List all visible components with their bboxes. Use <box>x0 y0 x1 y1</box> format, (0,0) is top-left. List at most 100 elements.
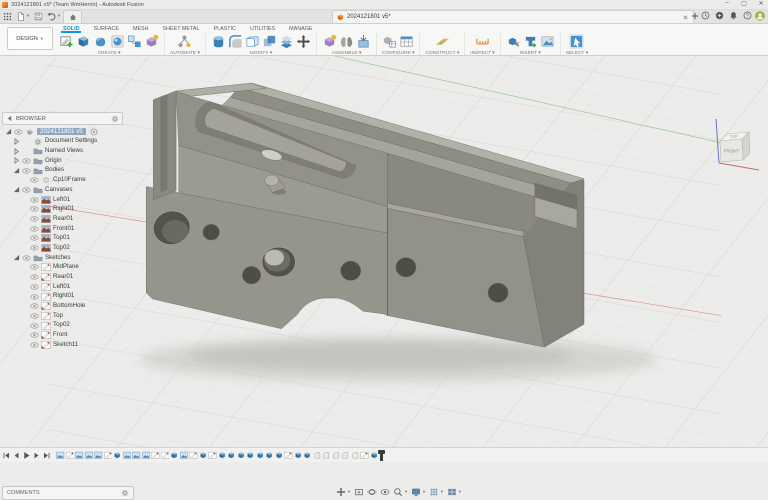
form-icon[interactable] <box>93 34 108 49</box>
timeline-feature-fillet-30[interactable] <box>332 451 341 460</box>
timeline-feature-canvas-9[interactable] <box>132 451 141 460</box>
orbit-button[interactable] <box>367 487 377 497</box>
split-icon[interactable] <box>279 34 294 49</box>
pan-button[interactable]: ▼ <box>336 487 351 497</box>
timeline-marker[interactable] <box>380 450 383 461</box>
visibility-eye-icon[interactable] <box>30 274 39 280</box>
ribbon-tab-sheet-metal[interactable]: SHEET METAL <box>156 23 207 33</box>
visibility-eye-icon[interactable] <box>30 206 39 212</box>
tree-item-rear01[interactable]: Rear01 <box>2 214 123 224</box>
timeline-feature-extrude-19[interactable] <box>227 451 236 460</box>
visibility-eye-icon[interactable] <box>30 264 39 270</box>
ribbon-tab-mesh[interactable]: MESH <box>126 23 156 33</box>
insert-derive-icon[interactable] <box>506 34 521 49</box>
timeline-feature-extrude-34[interactable] <box>370 451 379 460</box>
ribbon-group-label-automate[interactable]: AUTOMATE ▾ <box>170 51 200 56</box>
timeline-feature-extrude-24[interactable] <box>275 451 284 460</box>
visibility-eye-icon[interactable] <box>30 235 39 241</box>
tree-collapsed-icon[interactable] <box>13 148 20 155</box>
timeline-feature-sketch-6[interactable] <box>104 451 113 460</box>
zoom-button[interactable]: ▼ <box>393 487 408 497</box>
visibility-eye-icon[interactable] <box>30 284 39 290</box>
timeline-feature-extrude-21[interactable] <box>246 451 255 460</box>
timeline-feature-canvas-3[interactable] <box>75 451 84 460</box>
look-at-button[interactable] <box>380 487 390 497</box>
help-icon[interactable]: ? <box>743 11 752 20</box>
tree-item-bottomhole[interactable]: BottomHole <box>2 301 123 311</box>
configuration-icon[interactable] <box>382 34 397 49</box>
minimize-button[interactable]: – <box>723 0 731 7</box>
visibility-eye-icon[interactable] <box>30 245 39 251</box>
fillet-icon[interactable] <box>228 34 243 49</box>
timeline-feature-extrude-13[interactable] <box>170 451 179 460</box>
visibility-eye-icon[interactable] <box>30 197 39 203</box>
timeline-feature-extrude-23[interactable] <box>265 451 274 460</box>
tree-item-right01[interactable]: Right01 <box>2 205 123 215</box>
solid-box-icon[interactable] <box>76 34 91 49</box>
browser-gear-icon[interactable] <box>111 115 119 123</box>
ribbon-tab-surface[interactable]: SURFACE <box>86 23 125 33</box>
skip-start-button[interactable] <box>2 451 11 460</box>
tree-item-rear01[interactable]: Rear01 <box>2 272 123 282</box>
document-tab[interactable]: 2024121801 v5* <box>332 10 694 23</box>
fit-view-button[interactable] <box>354 487 364 497</box>
close-button[interactable]: ✕ <box>757 0 765 7</box>
ribbon-tab-solid[interactable]: SOLID <box>56 23 86 33</box>
visibility-eye-icon[interactable] <box>30 313 39 319</box>
create-sketch-icon[interactable] <box>59 34 74 49</box>
file-menu-button[interactable]: ▼ <box>16 11 30 21</box>
timeline-feature-sketch-12[interactable] <box>161 451 170 460</box>
visibility-eye-icon[interactable] <box>30 177 39 183</box>
tree-item-midplane[interactable]: MidPlane <box>2 263 123 273</box>
ribbon-tab-manage[interactable]: MANAGE <box>282 23 319 33</box>
tree-item-front01[interactable]: Front01 <box>2 224 123 234</box>
avatar[interactable] <box>755 11 765 21</box>
tree-item-top[interactable]: Top <box>2 311 123 321</box>
timeline-feature-extrude-27[interactable] <box>303 451 312 460</box>
tree-expanded-icon[interactable] <box>13 254 20 261</box>
tree-item-top01[interactable]: Top01 <box>2 234 123 244</box>
tree-expanded-icon[interactable] <box>13 186 20 193</box>
joint-icon[interactable] <box>339 34 354 49</box>
timeline-feature-fillet-29[interactable] <box>322 451 331 460</box>
combine-icon[interactable] <box>262 34 277 49</box>
tree-item-top02[interactable]: Top02 <box>2 321 123 331</box>
select-icon[interactable] <box>569 34 584 49</box>
visibility-eye-icon[interactable] <box>22 187 31 193</box>
tree-item-named-views[interactable]: Named Views <box>2 146 123 156</box>
measure-icon[interactable] <box>475 34 490 49</box>
press-pull-icon[interactable] <box>211 34 226 49</box>
viewports-button[interactable]: ▼ <box>447 487 462 497</box>
timeline-feature-canvas-1[interactable] <box>56 451 65 460</box>
ribbon-tab-utilities[interactable]: UTILITIES <box>243 23 282 33</box>
timeline-feature-sketch-11[interactable] <box>151 451 160 460</box>
tree-collapsed-icon[interactable] <box>13 138 20 145</box>
app-grid-button[interactable] <box>3 11 12 21</box>
step-forward-button[interactable] <box>32 451 41 460</box>
grid-settings-button[interactable]: ▼ <box>429 487 444 497</box>
maximize-button[interactable]: ▢ <box>740 0 748 7</box>
tree-item-sketches[interactable]: Sketches <box>2 253 123 263</box>
timeline-feature-extrude-18[interactable] <box>218 451 227 460</box>
canvas-pic-icon[interactable] <box>540 34 555 49</box>
display-settings-button[interactable]: ▼ <box>411 487 426 497</box>
skip-end-button[interactable] <box>42 451 51 460</box>
tree-item-sketch11[interactable]: Sketch11 <box>2 340 123 350</box>
view-cube[interactable]: FRONT TOP <box>707 113 763 171</box>
timeline-feature-fillet-32[interactable] <box>351 451 360 460</box>
move-icon[interactable] <box>296 34 311 49</box>
timeline-feature-canvas-14[interactable] <box>180 451 189 460</box>
visibility-eye-icon[interactable] <box>30 342 39 348</box>
model-3d-body[interactable] <box>139 83 657 382</box>
tree-collapsed-icon[interactable] <box>13 157 20 164</box>
tree-item-2024121801-v5[interactable]: 2024121801 v5 <box>2 127 123 137</box>
rigid-group-icon[interactable] <box>356 34 371 49</box>
browser-header[interactable]: BROWSER <box>2 112 123 125</box>
automate-icon[interactable] <box>177 34 192 49</box>
tree-item-left01[interactable]: Left01 <box>2 195 123 205</box>
visibility-eye-icon[interactable] <box>30 216 39 222</box>
undo-button[interactable]: ▼ <box>47 11 61 21</box>
ribbon-group-label-modify[interactable]: MODIFY ▾ <box>250 51 272 56</box>
notifications-icon[interactable] <box>729 11 738 20</box>
timeline-feature-fillet-28[interactable] <box>313 451 322 460</box>
